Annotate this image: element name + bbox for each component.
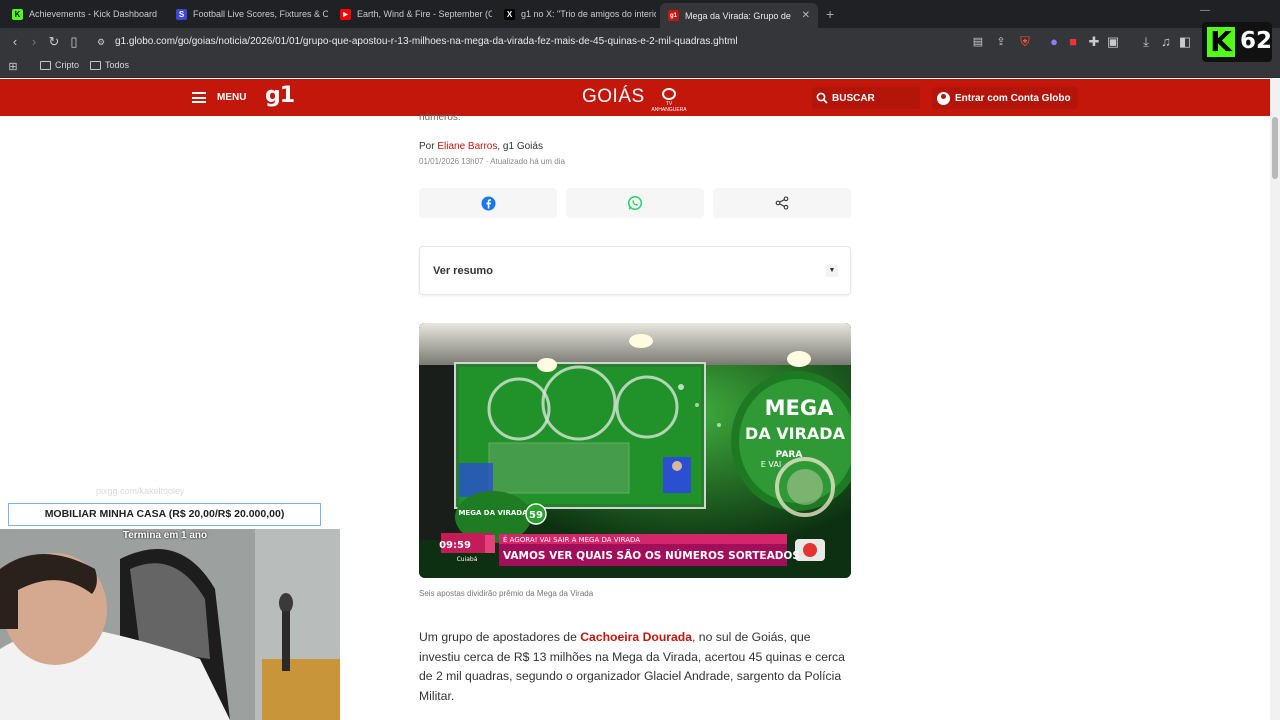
site-header: MENU g1 GOIÁS TV ANHANGUERA BUSCAR Entra…	[0, 79, 1270, 116]
download-icon[interactable]: ⤓	[1137, 33, 1155, 51]
streamer-webcam	[0, 529, 340, 720]
extension-icon[interactable]: ●	[1045, 33, 1063, 51]
summary-toggle-label: Ver resumo	[433, 265, 493, 277]
tab-youtube[interactable]: ▶ Earth, Wind & Fire - September (Offi	[332, 3, 492, 25]
publish-date: 01/01/2026 13h07 · Atualizado há um dia	[419, 157, 565, 166]
facebook-icon	[480, 195, 496, 211]
broadcast-clock: 09:59	[439, 540, 471, 551]
tv-logo-text: TV ANHANGUERA	[651, 101, 687, 113]
tv-logo-icon	[662, 88, 676, 100]
tv-anhanguera-logo[interactable]: TV ANHANGUERA	[650, 88, 688, 113]
login-label: Entrar com Conta Globo	[955, 92, 1071, 104]
forward-icon[interactable]: ›	[25, 33, 43, 51]
tab-search-icon[interactable]: ▣	[1104, 33, 1122, 51]
tab-football-scores[interactable]: S Football Live Scores, Fixtures & Odds	[168, 3, 328, 25]
bookmarks-bar: ⊞ Cripto Todos	[0, 56, 1280, 78]
extensions-puzzle-icon[interactable]: ✚	[1085, 33, 1103, 51]
page-scrollbar[interactable]	[1270, 79, 1280, 720]
media-icon[interactable]: ♫	[1157, 33, 1175, 51]
minimize-icon[interactable]: —	[1200, 5, 1210, 16]
donation-goal-deadline: Termina em 1 ano	[122, 530, 208, 541]
g1-favicon-icon: g1	[668, 10, 679, 21]
sofascore-favicon-icon: S	[176, 8, 187, 20]
byline-prefix: Por	[419, 141, 438, 152]
hamburger-menu-icon[interactable]	[192, 92, 206, 103]
apps-grid-icon[interactable]: ⊞	[4, 58, 22, 76]
x-favicon-icon: X	[504, 8, 515, 20]
broadcast-scene: MEGA DA VIRADA PARA E VAI MEGA DA VIRADA…	[419, 323, 851, 578]
share-facebook-button[interactable]	[419, 188, 557, 218]
photo-caption: Seis apostas dividirão prêmio da Mega da…	[419, 589, 594, 598]
tab-label: Mega da Virada: Grupo de Goiás	[685, 10, 792, 21]
mini-mega-logo: MEGA DA VIRADA	[458, 509, 528, 517]
menu-button[interactable]: MENU	[217, 92, 246, 103]
tab-x-post[interactable]: X g1 no X: "Trio de amigos do interior	[496, 3, 656, 25]
ticker-headline: VAMOS VER QUAIS SÃO OS NÚMEROS SORTEADOS	[503, 549, 800, 562]
search-label: BUSCAR	[832, 92, 875, 104]
mega-logo-line2: DA VIRADA	[745, 424, 846, 443]
site-info-icon[interactable]: ⚙	[92, 33, 110, 51]
user-icon	[937, 91, 950, 105]
sidebar-icon[interactable]: ◧	[1176, 33, 1194, 51]
login-button[interactable]: Entrar com Conta Globo	[932, 87, 1078, 109]
folder-icon	[90, 60, 101, 70]
donation-goal-bar: MOBILIAR MINHA CASA (R$ 20,00/R$ 20.000,…	[8, 503, 321, 526]
extension-red-icon[interactable]: ■	[1064, 33, 1082, 51]
tab-label: Achievements - Kick Dashboard	[29, 9, 158, 19]
bookmark-folder-cripto[interactable]: Cripto	[40, 60, 79, 70]
tab-label: Earth, Wind & Fire - September (Offi	[357, 9, 492, 19]
share-more-button[interactable]	[713, 188, 851, 218]
bookmark-folder-todos[interactable]: Todos	[90, 60, 129, 70]
city-link[interactable]: Cachoeira Dourada	[580, 630, 692, 644]
article-body: Um grupo de apostadores de Cachoeira Dou…	[419, 628, 851, 706]
tab-label: g1 no X: "Trio de amigos do interior	[521, 9, 656, 19]
bookmark-icon[interactable]: ▯	[65, 33, 83, 51]
tab-kick-dashboard[interactable]: K Achievements - Kick Dashboard	[4, 3, 164, 25]
reader-icon[interactable]: ▤	[969, 33, 987, 51]
reload-icon[interactable]: ↻	[45, 33, 63, 51]
address-bar[interactable]: g1.globo.com/go/goias/noticia/2026/01/01…	[115, 36, 738, 47]
ball-number-badge: 59	[529, 510, 543, 521]
author-link[interactable]: Eliane Barros	[437, 141, 497, 152]
whatsapp-icon	[627, 195, 643, 211]
byline: Por Eliane Barros, g1 Goiás	[419, 141, 543, 152]
scroll-thumb[interactable]	[1272, 117, 1278, 179]
tab-label: Football Live Scores, Fixtures & Odds	[193, 9, 328, 19]
kick-logo-icon: K	[1207, 27, 1235, 57]
ticker-kicker: É AGORA! VAI SAIR A MEGA DA VIRADA	[503, 535, 640, 544]
bookmark-label: Todos	[105, 60, 130, 70]
kick-viewer-badge: K 62	[1202, 22, 1272, 62]
youtube-favicon-icon: ▶	[340, 8, 351, 20]
brave-shield-icon[interactable]: ⛨	[1016, 33, 1034, 51]
viewer-count: 62	[1240, 28, 1273, 54]
bookmark-label: Cripto	[55, 60, 80, 70]
mega-logo-line4: E VAI	[761, 460, 781, 469]
summary-accordion[interactable]: Ver resumo ▼	[419, 246, 851, 295]
byline-suffix: , g1 Goiás	[497, 141, 543, 152]
g1-logo[interactable]: g1	[265, 83, 295, 108]
body-text-prefix: Um grupo de apostadores de	[419, 630, 581, 644]
state-section-title[interactable]: GOIÁS	[582, 86, 645, 108]
article-photo[interactable]: MEGA DA VIRADA PARA E VAI MEGA DA VIRADA…	[419, 323, 851, 578]
chevron-down-icon: ▼	[826, 265, 838, 277]
share-icon	[775, 196, 789, 210]
search-button[interactable]: BUSCAR	[812, 87, 920, 109]
search-icon	[816, 92, 828, 104]
tab-g1-article[interactable]: g1 Mega da Virada: Grupo de Goiás ✕	[660, 3, 818, 28]
broadcast-city: Cuiabá	[457, 556, 478, 563]
close-tab-icon[interactable]: ✕	[802, 10, 810, 21]
share-whatsapp-button[interactable]	[566, 188, 704, 218]
kick-favicon-icon: K	[12, 8, 23, 20]
new-tab-button[interactable]: +	[826, 6, 834, 22]
mega-logo-line1: MEGA	[765, 396, 834, 420]
browser-toolbar: ‹ › ↻ ▯ ⚙ g1.globo.com/go/goias/noticia/…	[0, 28, 1280, 56]
share-page-icon[interactable]: ⇪	[992, 33, 1010, 51]
webcam-feed	[0, 529, 340, 720]
summary-tail-text: números.	[419, 112, 461, 123]
back-icon[interactable]: ‹	[6, 33, 24, 51]
folder-icon	[40, 60, 51, 70]
donation-url: pixgg.com/kakeltooley	[96, 486, 185, 496]
browser-tab-strip: K Achievements - Kick Dashboard S Footba…	[0, 0, 1280, 28]
